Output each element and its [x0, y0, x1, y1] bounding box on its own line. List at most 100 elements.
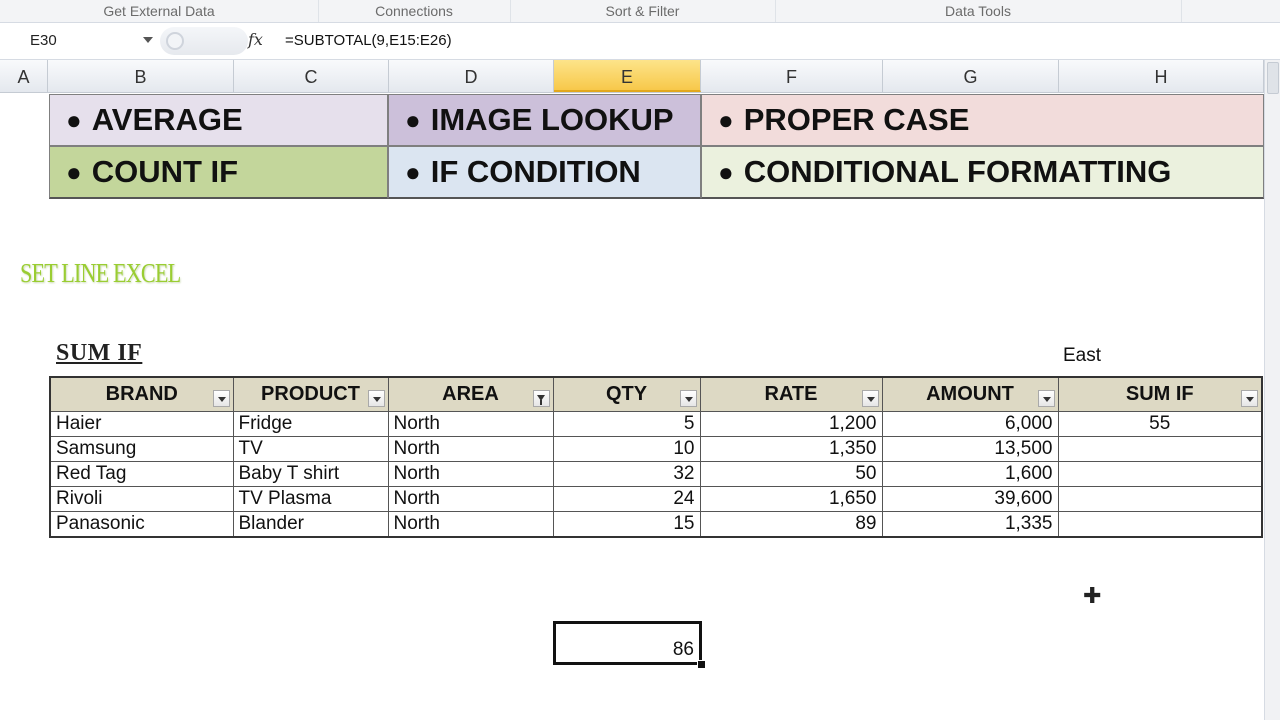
formula-bar: E30 fx =SUBTOTAL(9,E15:E26) [0, 23, 1280, 60]
banner-cell-if-condition[interactable]: ● IF CONDITION [388, 146, 701, 199]
set-line-excel-label: SET LINE EXCEL [20, 258, 181, 288]
cell-rate[interactable]: 1,350 [699, 436, 883, 462]
splitter-handle-icon[interactable] [166, 32, 184, 50]
vertical-scrollbar[interactable] [1264, 60, 1280, 720]
cell-amount[interactable]: 13,500 [881, 436, 1059, 462]
header-brand[interactable]: BRAND [49, 376, 234, 412]
filter-active-icon[interactable] [532, 390, 550, 407]
cell-qty[interactable]: 32 [552, 461, 701, 487]
banner-cell-image-lookup[interactable]: ● IMAGE LOOKUP [388, 94, 701, 146]
cell-amount[interactable]: 6,000 [881, 411, 1059, 437]
header-label: PRODUCT [261, 383, 360, 405]
header-rate[interactable]: RATE [699, 376, 883, 412]
ribbon-group-sort-filter[interactable]: Sort & Filter [510, 0, 776, 22]
ribbon-group-connections[interactable]: Connections [318, 0, 511, 22]
cell-area[interactable]: North [387, 436, 554, 462]
cell-rate[interactable]: 1,650 [699, 486, 883, 512]
name-box[interactable]: E30 [0, 29, 158, 53]
cell-rate[interactable]: 1,200 [699, 411, 883, 437]
cell-amount[interactable]: 1,335 [881, 511, 1059, 538]
bullet-icon: ● [66, 105, 82, 135]
cell-rate[interactable]: 89 [699, 511, 883, 538]
cell-area[interactable]: North [387, 511, 554, 538]
banner-cell-conditional-formatting[interactable]: ● CONDITIONAL FORMATTING [701, 146, 1264, 199]
header-area[interactable]: AREA [387, 376, 554, 412]
banner-cell-proper-case[interactable]: ● PROPER CASE [701, 94, 1264, 146]
banner-label: CONDITIONAL FORMATTING [743, 154, 1172, 189]
cell-amount[interactable]: 1,600 [881, 461, 1059, 487]
ribbon-group-label: Data Tools [945, 3, 1011, 19]
cell-product[interactable]: Fridge [232, 411, 389, 437]
filter-dropdown-icon[interactable] [861, 390, 879, 407]
column-header-c[interactable]: C [234, 60, 389, 92]
criteria-cell[interactable]: East [1063, 345, 1101, 367]
header-label: SUM IF [1125, 383, 1194, 405]
cell-amount[interactable]: 39,600 [881, 486, 1059, 512]
column-header-g[interactable]: G [883, 60, 1059, 92]
column-header-b[interactable]: B [48, 60, 234, 92]
filter-dropdown-icon[interactable] [1037, 390, 1055, 407]
cell-brand[interactable]: Rivoli [49, 486, 234, 512]
header-product[interactable]: PRODUCT [232, 376, 389, 412]
header-amount[interactable]: AMOUNT [881, 376, 1059, 412]
cell-product[interactable]: TV Plasma [232, 486, 389, 512]
ribbon-group-bar: Get External Data Connections Sort & Fil… [0, 0, 1280, 23]
column-header-f[interactable]: F [701, 60, 883, 92]
header-label: QTY [605, 383, 648, 405]
banner-cell-count-if[interactable]: ● COUNT IF [49, 146, 388, 199]
column-headers: A B C D E F G H [0, 60, 1280, 93]
banner-cell-average[interactable]: ● AVERAGE [49, 94, 388, 146]
ribbon-group-label: Connections [375, 3, 453, 19]
filter-dropdown-icon[interactable] [367, 390, 385, 407]
header-label: AREA [442, 383, 499, 405]
cell-sum-if[interactable] [1057, 486, 1263, 512]
cell-area[interactable]: North [387, 461, 554, 487]
cell-rate[interactable]: 50 [699, 461, 883, 487]
column-header-h[interactable]: H [1059, 60, 1264, 92]
cell-product[interactable]: Baby T shirt [232, 461, 389, 487]
cell-select-cursor-icon: ✚ [1083, 583, 1102, 608]
insert-function-icon[interactable]: fx [248, 30, 263, 49]
cell-sum-if[interactable] [1057, 436, 1263, 462]
bullet-icon: ● [66, 157, 82, 187]
sum-if-table: BRAND PRODUCT AREA QTY RATE AMOUNT SUM I… [49, 376, 1263, 538]
cell-sum-if[interactable] [1057, 511, 1263, 538]
cell-brand[interactable]: Samsung [49, 436, 234, 462]
chevron-down-icon[interactable] [143, 37, 153, 43]
filter-dropdown-icon[interactable] [212, 390, 230, 407]
cell-qty[interactable]: 15 [552, 511, 701, 538]
header-label: BRAND [105, 383, 178, 405]
scrollbar-thumb[interactable] [1267, 62, 1279, 94]
filter-dropdown-icon[interactable] [1241, 390, 1258, 407]
banner-label: AVERAGE [91, 102, 243, 137]
cell-sum-if[interactable]: 55 [1057, 411, 1263, 437]
cell-brand[interactable]: Panasonic [49, 511, 234, 538]
column-header-e[interactable]: E [554, 60, 701, 92]
fill-handle[interactable] [697, 660, 706, 669]
banner-label: IF CONDITION [430, 154, 641, 189]
column-header-a[interactable]: A [0, 60, 48, 92]
cell-product[interactable]: Blander [232, 511, 389, 538]
table-row: Haier Fridge North 5 1,200 6,000 55 [49, 411, 1263, 437]
header-sum-if[interactable]: SUM IF [1057, 376, 1263, 412]
cell-brand[interactable]: Red Tag [49, 461, 234, 487]
cell-area[interactable]: North [387, 411, 554, 437]
selected-cell-e30[interactable]: 86 [553, 621, 702, 665]
banner-label: IMAGE LOOKUP [430, 102, 674, 137]
formula-input[interactable]: =SUBTOTAL(9,E15:E26) [285, 29, 452, 53]
cell-area[interactable]: North [387, 486, 554, 512]
section-title: SUM IF [56, 340, 143, 366]
cell-qty[interactable]: 10 [552, 436, 701, 462]
cell-brand[interactable]: Haier [49, 411, 234, 437]
cell-qty[interactable]: 24 [552, 486, 701, 512]
ribbon-group-data-tools[interactable]: Data Tools [775, 0, 1182, 22]
cell-product[interactable]: TV [232, 436, 389, 462]
cell-sum-if[interactable] [1057, 461, 1263, 487]
filter-dropdown-icon[interactable] [679, 390, 697, 407]
ribbon-group-get-external-data[interactable]: Get External Data [0, 0, 319, 22]
header-qty[interactable]: QTY [552, 376, 701, 412]
column-header-d[interactable]: D [389, 60, 554, 92]
table-row: Red Tag Baby T shirt North 32 50 1,600 [49, 461, 1263, 487]
table-row: Rivoli TV Plasma North 24 1,650 39,600 [49, 486, 1263, 512]
cell-qty[interactable]: 5 [552, 411, 701, 437]
